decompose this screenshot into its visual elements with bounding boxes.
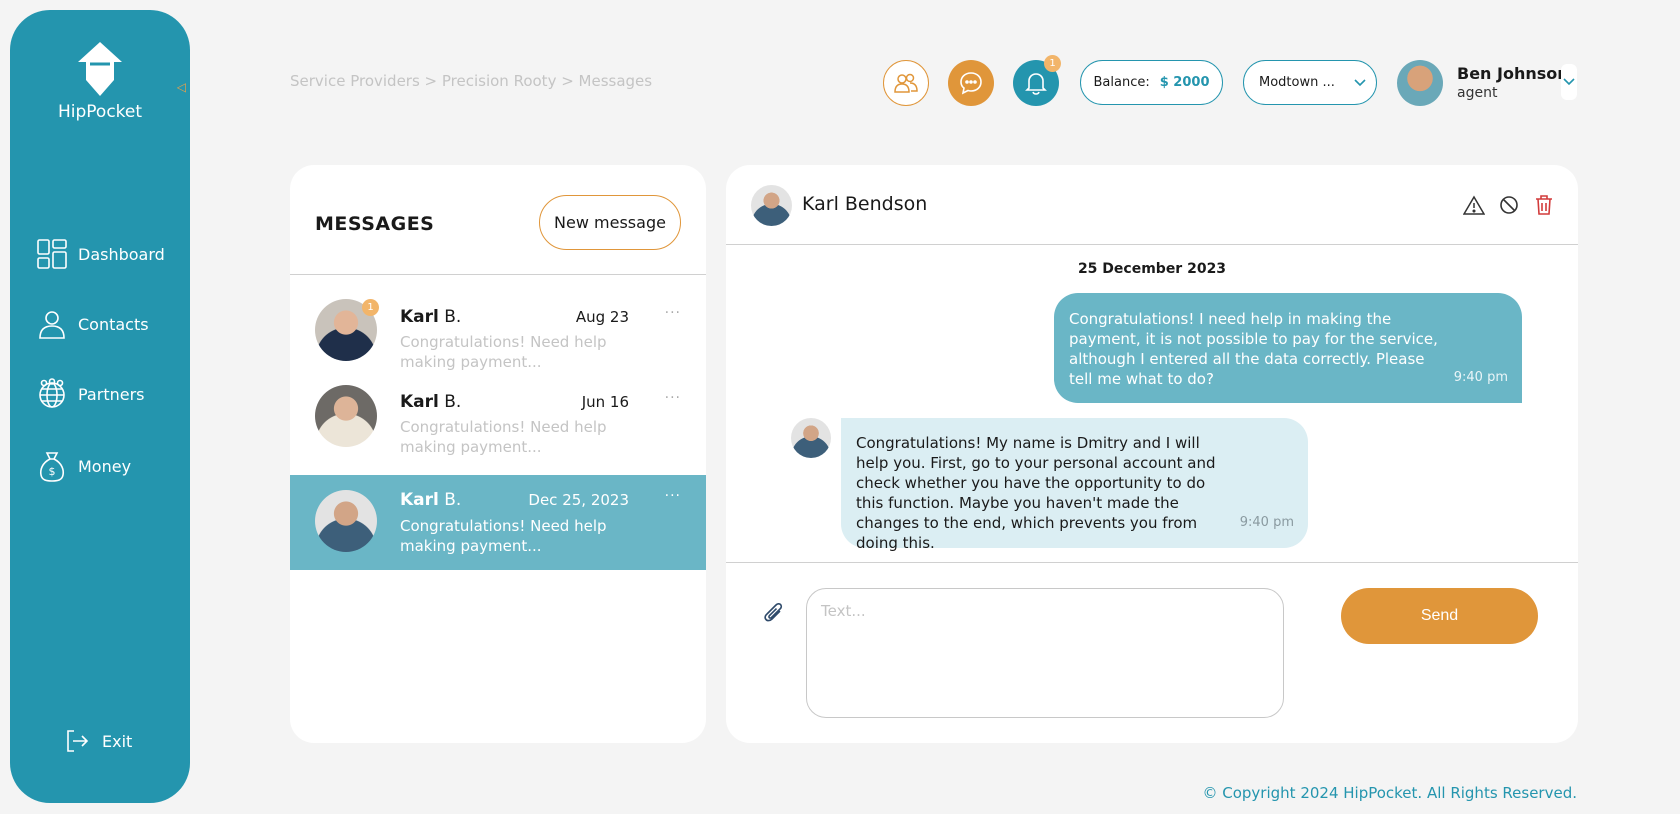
chat-bubble-icon: [960, 72, 982, 95]
message-input[interactable]: [806, 588, 1284, 718]
avatar: [315, 490, 377, 552]
block-button[interactable]: [1497, 193, 1521, 217]
conversation-name: Karl B.: [400, 307, 461, 327]
message-time: 9:40 pm: [1239, 515, 1294, 530]
exit-label: Exit: [102, 731, 133, 751]
sidebar: HipPocket ◁ Dashboard Contacts Partners …: [10, 10, 190, 803]
dashboard-icon: [37, 239, 67, 269]
people-icon: [894, 73, 918, 93]
paperclip-icon: [764, 603, 783, 622]
last-initial: B.: [438, 307, 462, 327]
conversation-preview: Congratulations! Need help making paymen…: [400, 333, 607, 371]
sidebar-item-label: Contacts: [78, 314, 149, 334]
sidebar-item-label: Dashboard: [78, 244, 165, 264]
block-icon: [1500, 196, 1518, 214]
conversation-preview: Congratulations! Need help making paymen…: [400, 517, 607, 555]
unread-badge: 1: [362, 299, 379, 316]
collapse-sidebar-icon[interactable]: ◁: [177, 80, 186, 94]
messages-panel: MESSAGES New message 1 Karl B. Aug 23 ··…: [290, 165, 706, 743]
conversation-date: Jun 16: [581, 393, 629, 411]
house-logo-icon: [78, 42, 122, 96]
exit-button[interactable]: Exit: [64, 728, 132, 754]
report-button[interactable]: [1462, 193, 1486, 217]
partners-icon: [39, 378, 65, 408]
last-initial: B.: [438, 392, 462, 412]
sidebar-item-partners[interactable]: Partners: [36, 378, 144, 410]
outgoing-message: Congratulations! I need help in making t…: [1054, 293, 1522, 403]
location-value: Modtown ...: [1259, 75, 1335, 90]
incoming-message: Congratulations! My name is Dmitry and I…: [841, 418, 1308, 552]
chat-date-separator: 25 December 2023: [1077, 261, 1227, 277]
message-text: Congratulations! I need help in making t…: [1069, 310, 1438, 388]
more-options-icon[interactable]: ···: [665, 390, 681, 406]
message-time: 9:40 pm: [1453, 370, 1508, 385]
conversation-item-active[interactable]: Karl B. Dec 25, 2023 ··· Congratulations…: [290, 475, 706, 570]
sidebar-item-dashboard[interactable]: Dashboard: [36, 238, 165, 270]
money-bag-icon: $: [39, 452, 65, 482]
contacts-icon: [39, 311, 65, 339]
sidebar-item-contacts[interactable]: Contacts: [36, 308, 149, 340]
chat-contact-name: Karl Bendson: [802, 193, 928, 215]
messages-title: MESSAGES: [315, 213, 435, 235]
user-role: agent: [1457, 85, 1498, 101]
delete-button[interactable]: [1532, 193, 1556, 217]
divider: [290, 274, 706, 275]
contacts-button[interactable]: [883, 60, 929, 106]
first-name: Karl: [400, 392, 439, 412]
balance-label: Balance:: [1093, 75, 1150, 90]
chevron-down-icon: [1354, 78, 1366, 86]
notifications-button[interactable]: 1: [1013, 55, 1061, 106]
logo[interactable]: HipPocket: [10, 40, 190, 122]
bell-icon: [1025, 73, 1047, 95]
sender-avatar: [791, 418, 831, 458]
message-text: Congratulations! My name is Dmitry and I…: [856, 434, 1216, 552]
new-message-button[interactable]: New message: [539, 195, 681, 250]
send-button[interactable]: Send: [1341, 588, 1538, 644]
conversation-item[interactable]: Karl B. Jun 16 ··· Congratulations! Need…: [290, 373, 706, 468]
breadcrumb[interactable]: Service Providers > Precision Rooty > Me…: [290, 72, 652, 90]
user-name[interactable]: Ben Johnson: [1457, 64, 1569, 83]
divider: [726, 562, 1578, 563]
conversation-name: Karl B.: [400, 490, 461, 510]
location-select[interactable]: Modtown ...: [1243, 60, 1377, 105]
conversation-date: Dec 25, 2023: [528, 491, 629, 509]
conversation-date: Aug 23: [575, 308, 629, 326]
balance-value: $ 2000: [1159, 75, 1210, 90]
notification-badge: 1: [1044, 55, 1061, 72]
svg-text:$: $: [49, 465, 56, 478]
sidebar-item-label: Money: [78, 456, 132, 476]
chat-contact-avatar: [751, 185, 792, 226]
more-options-icon[interactable]: ···: [665, 305, 681, 321]
balance-display[interactable]: Balance: $ 2000: [1080, 60, 1223, 105]
chat-button[interactable]: [948, 60, 994, 106]
exit-icon: [67, 730, 89, 752]
trash-icon: [1536, 195, 1552, 215]
footer-copyright: © Copyright 2024 HipPocket. All Rights R…: [1202, 784, 1577, 802]
attach-button[interactable]: [763, 602, 785, 630]
conversation-name: Karl B.: [400, 392, 461, 412]
chevron-down-icon: [1563, 78, 1575, 86]
first-name: Karl: [400, 307, 439, 327]
avatar: [315, 385, 377, 447]
conversation-item[interactable]: 1 Karl B. Aug 23 ··· Congratulations! Ne…: [290, 283, 706, 378]
user-menu-toggle[interactable]: [1561, 64, 1577, 100]
chat-panel: Karl Bendson 25 December 2023 Congratula…: [726, 165, 1578, 743]
sidebar-item-label: Partners: [78, 384, 145, 404]
logo-text: HipPocket: [57, 102, 143, 122]
more-options-icon[interactable]: ···: [665, 488, 681, 504]
conversation-preview: Congratulations! Need help making paymen…: [400, 418, 607, 456]
warning-icon: [1463, 195, 1485, 215]
user-avatar[interactable]: [1397, 60, 1443, 106]
first-name: Karl: [400, 490, 439, 510]
last-initial: B.: [438, 490, 462, 510]
sidebar-item-money[interactable]: $ Money: [36, 450, 131, 482]
divider: [726, 244, 1578, 245]
